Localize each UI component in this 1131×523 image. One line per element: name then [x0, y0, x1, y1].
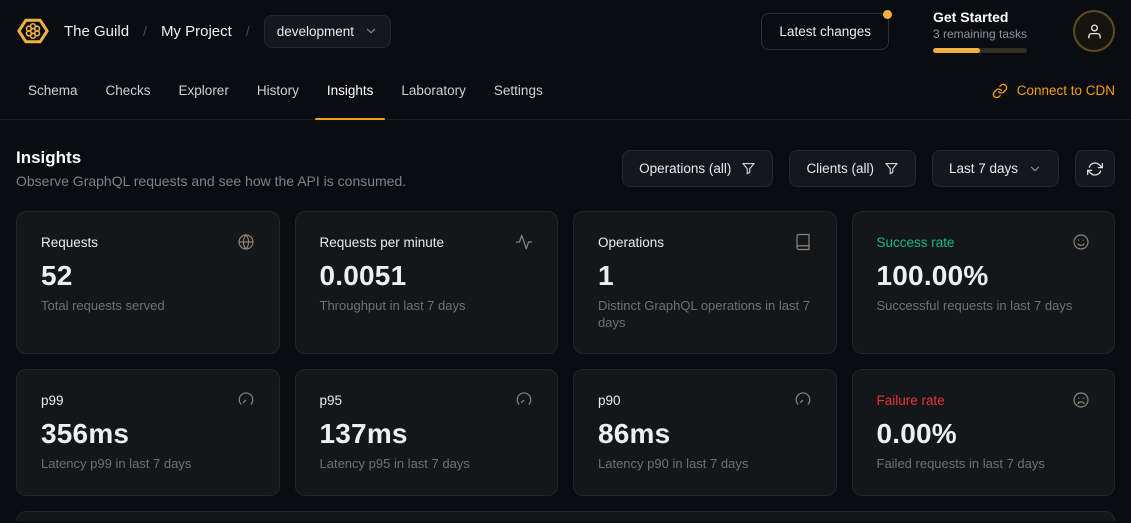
stat-card-value: 86ms [598, 418, 812, 450]
filter-toolbar: Operations (all) Clients (all) Last 7 da… [622, 150, 1115, 187]
stat-card-title: Operations [598, 235, 664, 250]
environment-selector[interactable]: development [264, 15, 391, 48]
stat-card-description: Throughput in last 7 days [320, 298, 534, 315]
refresh-button[interactable] [1075, 150, 1115, 187]
stat-card-p99: p99 356ms Latency p99 in last 7 days [16, 369, 280, 496]
notification-dot [883, 10, 892, 19]
get-started-widget[interactable]: Get Started 3 remaining tasks [933, 9, 1029, 53]
chevron-down-icon [364, 24, 378, 38]
stat-card-description: Latency p99 in last 7 days [41, 456, 255, 473]
stat-card-description: Distinct GraphQL operations in last 7 da… [598, 298, 812, 332]
stat-card-title: p90 [598, 393, 621, 408]
user-avatar[interactable] [1073, 10, 1115, 52]
link-icon [992, 83, 1008, 99]
stat-card-description: Latency p95 in last 7 days [320, 456, 534, 473]
stat-card-success-rate: Success rate 100.00% Successful requests… [852, 211, 1116, 354]
stat-card-value: 0.0051 [320, 260, 534, 292]
gauge-icon [794, 391, 812, 409]
stat-card-p95: p95 137ms Latency p95 in last 7 days [295, 369, 559, 496]
gauge-icon [237, 391, 255, 409]
stat-card-title: p99 [41, 393, 64, 408]
tab-settings[interactable]: Settings [482, 62, 555, 119]
stat-card-requests: Requests 52 Total requests served [16, 211, 280, 354]
nav-tab-bar: Schema Checks Explorer History Insights … [0, 62, 1131, 120]
tab-explorer[interactable]: Explorer [167, 62, 241, 119]
stat-card-value: 0.00% [877, 418, 1091, 450]
smile-icon [1072, 233, 1090, 251]
stat-card-title: Requests [41, 235, 98, 250]
get-started-title: Get Started [933, 9, 1029, 25]
stat-card-description: Successful requests in last 7 days [877, 298, 1091, 315]
stat-card-title: Requests per minute [320, 235, 445, 250]
top-bar: The Guild / My Project / development Lat… [0, 0, 1131, 62]
next-section-card-edge [16, 511, 1115, 521]
insights-page: Insights Observe GraphQL requests and se… [0, 120, 1131, 521]
get-started-progress-bar [933, 48, 1027, 53]
stat-card-p90: p90 86ms Latency p90 in last 7 days [573, 369, 837, 496]
page-subtitle: Observe GraphQL requests and see how the… [16, 173, 406, 189]
hive-logo-icon[interactable] [16, 14, 50, 48]
tab-insights[interactable]: Insights [315, 62, 386, 119]
connect-to-cdn-label: Connect to CDN [1017, 83, 1115, 98]
refresh-icon [1087, 161, 1103, 177]
tab-checks[interactable]: Checks [94, 62, 163, 119]
stat-card-title: p95 [320, 393, 343, 408]
filter-icon [741, 161, 756, 176]
stat-card-value: 1 [598, 260, 812, 292]
gauge-icon [515, 391, 533, 409]
breadcrumb-separator: / [143, 23, 147, 39]
stat-card-description: Failed requests in last 7 days [877, 456, 1091, 473]
filter-icon [884, 161, 899, 176]
get-started-remaining-tasks: 3 remaining tasks [933, 27, 1029, 41]
chevron-down-icon [1028, 162, 1042, 176]
stat-card-title: Success rate [877, 235, 955, 250]
stat-card-title: Failure rate [877, 393, 945, 408]
environment-selector-value: development [277, 24, 354, 39]
breadcrumb-project[interactable]: My Project [161, 23, 232, 40]
stat-card-description: Latency p90 in last 7 days [598, 456, 812, 473]
breadcrumb-org[interactable]: The Guild [64, 23, 129, 40]
operations-filter-label: Operations (all) [639, 161, 731, 176]
insights-header: Insights Observe GraphQL requests and se… [16, 148, 1115, 189]
stat-card-description: Total requests served [41, 298, 255, 315]
stat-card-requests-per-minute: Requests per minute 0.0051 Throughput in… [295, 211, 559, 354]
frown-icon [1072, 391, 1090, 409]
stat-card-operations: Operations 1 Distinct GraphQL operations… [573, 211, 837, 354]
breadcrumb-separator: / [246, 23, 250, 39]
get-started-progress-fill [933, 48, 980, 53]
tab-laboratory[interactable]: Laboratory [389, 62, 478, 119]
nav-tabs: Schema Checks Explorer History Insights … [16, 62, 555, 119]
activity-icon [515, 233, 533, 251]
period-selector-button[interactable]: Last 7 days [932, 150, 1059, 187]
book-icon [794, 233, 812, 251]
stat-card-value: 52 [41, 260, 255, 292]
stat-card-value: 100.00% [877, 260, 1091, 292]
connect-to-cdn-link[interactable]: Connect to CDN [992, 62, 1115, 119]
stat-cards-grid: Requests 52 Total requests served Reques… [16, 211, 1115, 496]
period-selector-label: Last 7 days [949, 161, 1018, 176]
top-bar-right: Latest changes Get Started 3 remaining t… [761, 9, 1115, 53]
breadcrumb: The Guild / My Project / development [64, 15, 391, 48]
stat-card-value: 137ms [320, 418, 534, 450]
person-icon [1086, 23, 1103, 40]
operations-filter-button[interactable]: Operations (all) [622, 150, 773, 187]
latest-changes-label: Latest changes [779, 24, 871, 39]
latest-changes-button[interactable]: Latest changes [761, 13, 889, 50]
globe-icon [237, 233, 255, 251]
stat-card-failure-rate: Failure rate 0.00% Failed requests in la… [852, 369, 1116, 496]
clients-filter-button[interactable]: Clients (all) [789, 150, 916, 187]
tab-history[interactable]: History [245, 62, 311, 119]
stat-card-value: 356ms [41, 418, 255, 450]
page-title: Insights [16, 148, 406, 168]
clients-filter-label: Clients (all) [806, 161, 874, 176]
tab-schema[interactable]: Schema [16, 62, 90, 119]
